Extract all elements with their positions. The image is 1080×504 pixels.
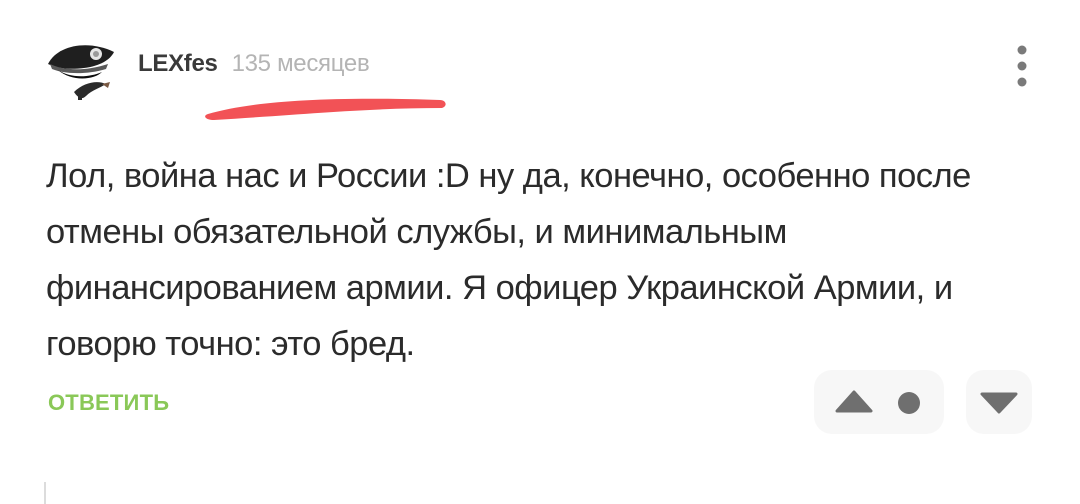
triangle-down-icon <box>980 392 1018 414</box>
thread-line <box>44 482 46 504</box>
more-vertical-icon <box>1017 45 1027 87</box>
comment-header: LEXfes 135 месяцев <box>138 50 370 86</box>
avatar[interactable] <box>44 34 124 114</box>
triangle-up-icon <box>835 390 873 413</box>
downvote-icon-wrap <box>978 386 1020 418</box>
timestamp: 135 месяцев <box>231 50 370 77</box>
score-dot-icon <box>898 392 920 414</box>
reply-button[interactable]: ОТВЕТИТЬ <box>48 390 169 416</box>
upvote-button[interactable] <box>834 386 874 418</box>
downvote-button[interactable] <box>966 370 1032 434</box>
username[interactable]: LEXfes <box>138 50 218 78</box>
more-options-button[interactable] <box>1010 44 1034 88</box>
comment: LEXfes 135 месяцев Лол, война нас и Росс… <box>0 0 1080 504</box>
redaction-scribble <box>205 98 446 120</box>
comment-text: Лол, война нас и России :D ну да, конечн… <box>46 157 971 363</box>
vote-box <box>814 370 944 434</box>
police-cap-avatar-icon <box>48 45 114 100</box>
